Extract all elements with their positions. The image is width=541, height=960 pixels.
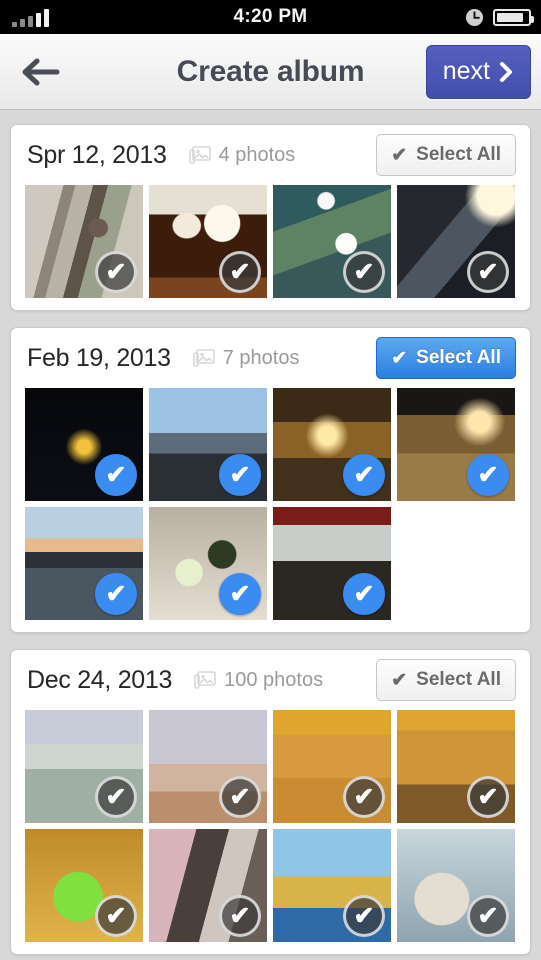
photo-grid: ✔ ✔ ✔ ✔ xyxy=(11,185,530,298)
photo-select-checkmark[interactable]: ✔ xyxy=(467,251,509,293)
section-photo-count-label: 4 photos xyxy=(218,143,296,166)
photo-select-checkmark[interactable]: ✔ xyxy=(343,251,385,293)
photo-grid: ✔ ✔ ✔ ✔ ✔ ✔ ✔ ✔ xyxy=(11,710,530,942)
photo-select-checkmark[interactable]: ✔ xyxy=(95,895,137,937)
back-arrow-icon xyxy=(22,58,60,85)
photo-select-checkmark[interactable]: ✔ xyxy=(219,895,261,937)
photo-select-checkmark[interactable]: ✔ xyxy=(343,776,385,818)
photos-stack-icon xyxy=(188,146,211,164)
photos-stack-icon xyxy=(194,671,216,689)
section-photo-count-label: 7 photos xyxy=(222,346,300,369)
status-bar-right-icons xyxy=(465,8,534,27)
check-icon: ✔ xyxy=(391,669,408,691)
photo-fair-crowd[interactable]: ✔ xyxy=(273,710,391,823)
select-all-button[interactable]: ✔ Select All xyxy=(376,659,516,701)
photo-fair-booth[interactable]: ✔ xyxy=(397,710,515,823)
album-date-section: Spr 12, 2013 4 photos ✔ Select All ✔ ✔ ✔ ✔ xyxy=(10,124,531,311)
photo-mussels-meal[interactable]: ✔ xyxy=(149,507,267,620)
photo-select-checkmark[interactable]: ✔ xyxy=(95,251,137,293)
photo-cafe-night[interactable]: ✔ xyxy=(273,388,391,501)
photo-seine-sunset[interactable]: ✔ xyxy=(25,507,143,620)
photo-swans-water[interactable]: ✔ xyxy=(273,185,391,298)
check-icon: ✔ xyxy=(391,347,408,369)
photo-select-checkmark[interactable]: ✔ xyxy=(219,251,261,293)
next-button[interactable]: next xyxy=(425,44,531,99)
photo-terrace-diners[interactable]: ✔ xyxy=(273,507,391,620)
section-photo-count: 100 photos xyxy=(194,669,323,692)
select-all-label: Select All xyxy=(416,347,501,368)
photo-beer-glasses[interactable]: ✔ xyxy=(149,185,267,298)
navigation-bar: Create album next xyxy=(0,34,541,110)
photo-eiffel-tower[interactable]: ✔ xyxy=(25,388,143,501)
check-icon: ✔ xyxy=(391,144,408,166)
photo-shop-window[interactable]: ✔ xyxy=(149,829,267,942)
section-date: Feb 19, 2013 xyxy=(27,343,171,372)
battery-icon xyxy=(493,8,534,26)
photos-stack-icon xyxy=(192,349,215,367)
select-all-label: Select All xyxy=(416,669,501,690)
photo-fair-tickets[interactable]: ✔ xyxy=(25,710,143,823)
signal-bars-icon xyxy=(12,7,49,27)
photo-select-checkmark[interactable]: ✔ xyxy=(467,454,509,496)
select-all-label: Select All xyxy=(416,144,501,165)
status-bar-time: 4:20 PM xyxy=(233,6,308,27)
photo-street-walker[interactable]: ✔ xyxy=(25,185,143,298)
album-date-section: Dec 24, 2013 100 photos ✔ Select All ✔ ✔ ✔ ✔ ✔ ✔ ✔… xyxy=(10,649,531,955)
section-header: Dec 24, 2013 100 photos ✔ Select All xyxy=(11,650,530,710)
photo-grid: ✔ ✔ ✔ ✔ ✔ ✔ ✔ xyxy=(11,388,530,620)
photo-select-checkmark[interactable]: ✔ xyxy=(219,454,261,496)
select-all-button[interactable]: ✔ Select All xyxy=(376,134,516,176)
photo-fair-ride[interactable]: ✔ xyxy=(149,710,267,823)
photo-street-night[interactable]: ✔ xyxy=(397,388,515,501)
photo-select-checkmark[interactable]: ✔ xyxy=(95,776,137,818)
section-header: Spr 12, 2013 4 photos ✔ Select All xyxy=(11,125,530,185)
photo-select-checkmark[interactable]: ✔ xyxy=(219,776,261,818)
photo-select-checkmark[interactable]: ✔ xyxy=(343,573,385,615)
section-header: Feb 19, 2013 7 photos ✔ Select All xyxy=(11,328,530,388)
photo-man-riverside[interactable]: ✔ xyxy=(149,388,267,501)
next-button-label: next xyxy=(442,57,490,85)
album-date-section: Feb 19, 2013 7 photos ✔ Select All ✔ ✔ ✔ ✔ ✔ ✔ ✔ xyxy=(10,327,531,633)
clock-icon xyxy=(465,8,484,26)
photo-alien-inflatable[interactable]: ✔ xyxy=(25,829,143,942)
section-photo-count-label: 100 photos xyxy=(224,668,324,691)
photo-select-checkmark[interactable]: ✔ xyxy=(343,895,385,937)
photo-ferris-wheel[interactable]: ✔ xyxy=(273,829,391,942)
photo-select-checkmark[interactable]: ✔ xyxy=(467,776,509,818)
album-sections-scroll[interactable]: Spr 12, 2013 4 photos ✔ Select All ✔ ✔ ✔ ✔ Feb 1… xyxy=(0,110,541,960)
photo-select-checkmark[interactable]: ✔ xyxy=(219,573,261,615)
photo-building-arch[interactable]: ✔ xyxy=(397,185,515,298)
photo-select-checkmark[interactable]: ✔ xyxy=(343,454,385,496)
back-button[interactable] xyxy=(14,49,70,95)
chevron-right-icon xyxy=(500,61,512,82)
status-bar: 4:20 PM xyxy=(0,0,541,34)
photo-select-checkmark[interactable]: ✔ xyxy=(95,454,137,496)
select-all-button[interactable]: ✔ Select All xyxy=(376,337,516,379)
photo-select-checkmark[interactable]: ✔ xyxy=(95,573,137,615)
section-date: Spr 12, 2013 xyxy=(27,140,167,169)
photo-person-drink[interactable]: ✔ xyxy=(397,829,515,942)
photo-select-checkmark[interactable]: ✔ xyxy=(467,895,509,937)
section-photo-count: 7 photos xyxy=(192,346,300,370)
section-photo-count: 4 photos xyxy=(188,143,296,167)
section-date: Dec 24, 2013 xyxy=(27,665,173,694)
